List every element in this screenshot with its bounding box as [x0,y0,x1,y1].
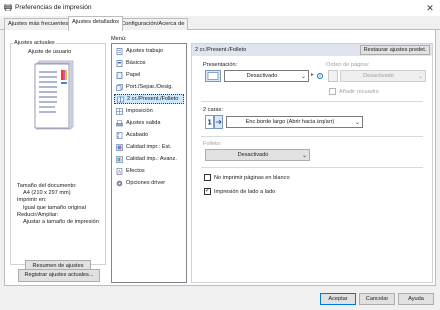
menu-item-job-settings[interactable]: Ajustes trabajo [114,46,184,56]
summary-line: Ajustar a tamaño de impresión [23,219,99,226]
accept-button[interactable]: Aceptar [320,293,356,305]
document-preview [34,60,74,130]
menu-list: Ajustes trabajo Básicos Papel Port./Sepa… [111,43,187,283]
paper-icon [116,71,123,79]
duplex-label: 2 caras: [203,107,223,113]
close-icon[interactable]: ✕ [424,2,436,14]
tab-content: Ajustes actuales Ajuste de usuario Tamañ… [4,30,436,286]
booklet-label: Folleto: [203,141,222,147]
menu-item-effects[interactable]: A Efectos [114,166,184,176]
divider [201,101,423,102]
driver-options-icon [116,180,123,186]
quality-standard-icon [116,143,123,151]
arrow-right-icon: ▸ [311,72,314,78]
duplex-icon [117,96,124,102]
chevron-down-icon: ⌄ [354,119,361,126]
current-settings-group: Ajustes actuales Ajuste de usuario Tamañ… [10,40,106,272]
duplex-preview-icon: 1 [205,115,223,129]
settings-summary: Tamaño del documento: A4 (210 x 297 mm) … [17,183,99,226]
skip-blank-pages-checkbox[interactable] [204,174,211,181]
menu-item-duplex[interactable]: 2 cr./Present./Folleto [114,94,184,104]
add-border-checkbox[interactable] [329,88,336,95]
job-settings-icon [116,47,123,55]
page-order-dropdown[interactable]: Desactivado ⌄ [340,70,426,82]
divider [201,136,423,137]
menu-item-label: Efectos [126,168,145,174]
summary-line: Igual que tamaño original [23,204,86,211]
summary-line: Tamaño del documento: [17,183,77,189]
restore-defaults-button[interactable]: Restaurar ajustes predet. [360,45,430,55]
menu-item-quality-advanced[interactable]: Calidad imp.: Avanz. [114,154,184,164]
menu-item-label: 2 cr./Present./Folleto [127,96,179,102]
menu-item-label: Básicos [126,60,146,66]
layout-preview-icon [205,70,221,82]
register-settings-button[interactable]: Registrar ajustes actuales... [18,269,100,282]
layout-label: Presentación: [203,62,238,68]
menu-item-quality-standard[interactable]: Calidad impr.: Est. [114,142,184,152]
help-button[interactable]: Ayuda [398,293,434,305]
chevron-down-icon: ⌄ [300,73,307,80]
tab-detailed-settings[interactable]: Ajustes detallados [68,16,124,31]
finishing-icon [116,131,123,139]
panel-title: 2 cr./Present./Folleto [195,47,247,53]
duplex-dropdown[interactable]: Enc.borde largo (Abrir hacia izq/arr) ⌄ [226,116,363,128]
output-icon [116,119,123,126]
title-bar: Preferencias de impresión ✕ [0,0,440,16]
printer-icon [4,4,12,11]
menu-item-label: Opciones driver [126,180,166,186]
menu-label: Menú: [111,36,127,42]
window-title: Preferencias de impresión [15,4,92,11]
side-by-side-label: Impresión de lado a lado [214,189,276,195]
effects-icon: A [116,167,123,175]
tab-frequent-settings[interactable]: Ajustes más frecuentes [4,18,73,30]
menu-item-finishing[interactable]: Acabado [114,130,184,140]
menu-item-label: Imposición [126,108,153,114]
imposition-icon [116,107,123,115]
menu-item-output[interactable]: Ajustes salida [114,118,184,128]
menu-item-label: Calidad impr.: Est. [126,144,172,150]
layout-dropdown[interactable]: Desactivado ⌄ [224,70,309,82]
page-order-value: Desactivado [363,73,394,79]
summary-line: Reducir/Ampliar: [17,211,59,218]
layout-value: Desactivado [246,73,278,79]
menu-item-label: Papel [126,72,141,78]
chevron-down-icon: ⌄ [417,73,424,80]
menu-item-label: Acabado [126,132,149,138]
skip-blank-pages-label: No imprimir páginas en blanco [214,175,290,181]
svg-text:1: 1 [207,119,212,127]
duplex-value: Enc.borde largo (Abrir hacia izq/arr) [245,119,335,125]
menu-item-imposition[interactable]: Imposición [114,106,184,116]
menu-item-basic[interactable]: Básicos [114,58,184,68]
add-border-label: Añadir recuadro [339,89,379,95]
cover-icon [116,83,123,91]
menu-item-label: Ajustes salida [126,120,161,126]
tab-configuration-about[interactable]: Configuración/Acerca de [117,18,189,30]
summary-line: A4 (210 x 297 mm) [23,190,71,197]
booklet-dropdown[interactable]: Desactivado ⌄ [205,149,310,161]
menu-item-cover[interactable]: Port./Separ./Desig. [114,82,184,92]
side-by-side-checkbox[interactable]: ✓ [204,188,211,195]
menu-item-label: Port./Separ./Desig. [126,84,173,90]
cancel-button[interactable]: Cancelar [359,293,395,305]
current-settings-label: Ajustes actuales [13,40,56,46]
tab-strip: Ajustes más frecuentes Ajustes detallado… [0,16,440,31]
menu-item-paper[interactable]: Papel [114,70,184,80]
booklet-value: Desactivado [237,152,269,158]
page-order-label: Orden de página: [326,62,370,68]
quality-advanced-icon [116,155,123,163]
info-icon[interactable]: i [317,73,323,79]
page-order-icon [328,70,338,82]
menu-item-label: Ajustes trabajo [126,48,164,54]
menu-item-driver-options[interactable]: Opciones driver [114,178,184,188]
menu-item-label: Calidad imp.: Avanz. [126,156,177,162]
summary-line: Imprimir en: [17,197,47,204]
preset-name: Ajuste de usuario [28,49,72,55]
settings-panel: 2 cr./Present./Folleto Restaurar ajustes… [191,43,433,283]
divider [201,167,423,168]
basic-icon [116,59,123,67]
chevron-down-icon: ⌄ [301,152,308,159]
